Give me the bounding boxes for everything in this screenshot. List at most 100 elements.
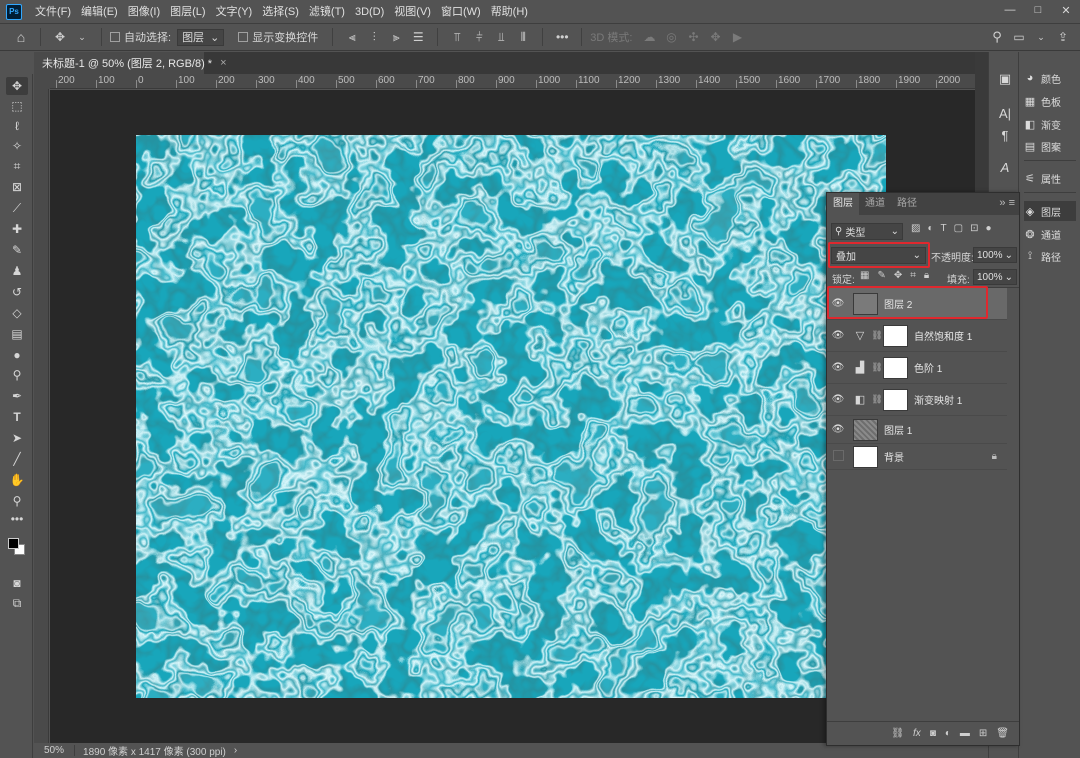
move-tool-icon[interactable]: ✥ [53, 30, 67, 44]
tab-channels[interactable]: 通道 [859, 193, 891, 215]
more-tools-icon[interactable]: ••• [6, 510, 28, 528]
type-tool-icon[interactable]: T [6, 408, 28, 426]
align-center-icon[interactable]: ⫶ [367, 30, 381, 45]
share-icon[interactable]: ⇪ [1056, 30, 1070, 44]
search-icon[interactable]: ⚲ [990, 29, 1004, 45]
link-layers-icon[interactable]: ⛓︎ [891, 728, 904, 739]
properties-panel-tab[interactable]: ⚟ 属性 [1024, 168, 1061, 188]
align-left-icon[interactable]: ⫷ [345, 30, 359, 45]
line-tool-icon[interactable]: ╱ [6, 450, 28, 468]
3d-pan-icon[interactable]: ✣ [686, 30, 700, 44]
minimize-button[interactable]: — [996, 0, 1024, 20]
link-chain-icon[interactable]: ⛓︎ [871, 394, 883, 405]
character-panel-icon[interactable]: A| [994, 102, 1016, 124]
menu-help[interactable]: 帮助(H) [486, 0, 533, 24]
menu-type[interactable]: 文字(Y) [211, 0, 258, 24]
zoom-level[interactable]: 50% [34, 745, 76, 756]
workspace-icon[interactable]: ▭ [1012, 30, 1026, 44]
distribute-icon[interactable]: ☰ [411, 30, 425, 44]
3d-slide-icon[interactable]: ✥ [708, 30, 722, 44]
visibility-toggle-empty[interactable] [827, 450, 849, 464]
maximize-button[interactable]: □ [1024, 0, 1052, 20]
pen-tool-icon[interactable]: ✒ [6, 387, 28, 405]
opacity-field[interactable]: 100% ⌄ [973, 247, 1017, 263]
patterns-panel-tab[interactable]: ▤ 图案 [1024, 136, 1061, 156]
frame-tool-icon[interactable]: ⊠ [6, 178, 28, 196]
auto-select-dropdown[interactable]: 图层 ⌄ [177, 28, 225, 46]
brush-tool-icon[interactable]: ✎ [6, 241, 28, 259]
dodge-tool-icon[interactable]: ⚲ [6, 366, 28, 384]
smart-object-filter-icon[interactable]: ⊡ [970, 223, 978, 234]
fill-field[interactable]: 100% ⌄ [973, 269, 1017, 285]
zoom-tool-icon[interactable]: ⚲ [6, 492, 28, 510]
visibility-eye-icon[interactable]: 👁︎ [827, 424, 849, 435]
layer-mask-thumbnail[interactable] [883, 324, 908, 347]
move-tool-icon[interactable]: ✥ [6, 77, 28, 95]
add-mask-icon[interactable]: ◙ [930, 728, 936, 739]
document-canvas[interactable] [136, 135, 886, 698]
new-group-folder-icon[interactable]: ▬ [960, 728, 970, 739]
3d-orbit-icon[interactable]: ☁ [642, 30, 656, 44]
quick-mask-icon[interactable]: ◙ [6, 574, 28, 592]
visibility-eye-icon[interactable]: 👁︎ [827, 362, 849, 373]
paths-panel-tab[interactable]: ⟟ 路径 [1024, 246, 1061, 266]
menu-view[interactable]: 视图(V) [389, 0, 436, 24]
menu-file[interactable]: 文件(F) [30, 0, 76, 24]
magic-wand-tool-icon[interactable]: ✧ [6, 137, 28, 155]
distribute-vertical-icon[interactable]: ⦀ [516, 30, 530, 45]
filter-toggle-icon[interactable]: ● [985, 223, 991, 234]
blur-tool-icon[interactable]: ● [6, 346, 28, 364]
link-chain-icon[interactable]: ⛓︎ [871, 362, 883, 373]
delete-layer-trash-icon[interactable]: 🗑︎ [996, 728, 1009, 739]
healing-brush-tool-icon[interactable]: ✚ [6, 220, 28, 238]
layer-filter-dropdown[interactable]: ⚲ 类型 ⌄ [831, 223, 903, 240]
layer-mask-thumbnail[interactable] [883, 388, 908, 411]
layer-row[interactable]: 👁︎ ▽ ⛓︎ 自然饱和度 1 [827, 320, 1007, 352]
close-tab-icon[interactable]: × [220, 57, 226, 69]
status-arrow-icon[interactable]: › [234, 745, 237, 756]
gradient-tool-icon[interactable]: ▤ [6, 325, 28, 343]
layer-row[interactable]: 👁︎ 图层 1 [827, 416, 1007, 444]
3d-camera-icon[interactable]: ▶ [730, 30, 744, 44]
lock-artboard-icon[interactable]: ⌗ [910, 270, 916, 281]
menu-window[interactable]: 窗口(W) [436, 0, 486, 24]
tab-layers[interactable]: 图层 [827, 193, 859, 215]
marquee-tool-icon[interactable]: ⬚ [6, 97, 28, 115]
new-adjustment-layer-icon[interactable]: ◐ [945, 728, 951, 739]
paragraph-panel-icon[interactable]: ¶ [994, 124, 1016, 146]
close-window-button[interactable]: ✕ [1052, 0, 1080, 20]
crop-tool-icon[interactable]: ⌗ [6, 157, 28, 175]
stamp-tool-icon[interactable]: ♟ [6, 262, 28, 280]
layer-row[interactable]: 👁︎ ▟ ⛓︎ 色阶 1 [827, 352, 1007, 384]
menu-filter[interactable]: 滤镜(T) [304, 0, 350, 24]
more-options-icon[interactable]: ••• [555, 30, 569, 44]
layer-mask-thumbnail[interactable] [883, 356, 908, 379]
shape-filter-icon[interactable]: ▢ [954, 223, 963, 234]
visibility-eye-icon[interactable]: 👁︎ [827, 394, 849, 405]
menu-select[interactable]: 选择(S) [257, 0, 304, 24]
menu-3d[interactable]: 3D(D) [350, 0, 389, 24]
align-bottom-icon[interactable]: ⫫ [494, 30, 508, 45]
channels-panel-tab[interactable]: ❂ 通道 [1024, 224, 1061, 244]
adjustment-filter-icon[interactable]: ◐ [927, 223, 933, 234]
menu-layer[interactable]: 图层(L) [165, 0, 210, 24]
lock-image-icon[interactable]: ✎ [877, 270, 885, 281]
eyedropper-tool-icon[interactable]: ⟋ [6, 199, 28, 217]
align-right-icon[interactable]: ⫸ [389, 30, 403, 45]
lock-all-icon[interactable]: 🔒︎ [924, 270, 929, 281]
layer-row[interactable]: 👁︎ ◧ ⛓︎ 渐变映射 1 [827, 384, 1007, 416]
align-top-icon[interactable]: ⫪ [450, 30, 464, 45]
path-select-tool-icon[interactable]: ➤ [6, 429, 28, 447]
layer-style-fx-icon[interactable]: fx [913, 728, 921, 739]
visibility-eye-icon[interactable]: 👁︎ [827, 330, 849, 341]
swatches-panel-tab[interactable]: ▦ 色板 [1024, 91, 1061, 111]
history-panel-icon[interactable]: ▣ [994, 68, 1016, 90]
layers-panel-tab[interactable]: ◈ 图层 [1024, 201, 1076, 221]
gradients-panel-tab[interactable]: ◧ 渐变 [1024, 114, 1061, 134]
show-transform-checkbox[interactable] [238, 32, 249, 42]
hand-tool-icon[interactable]: ✋ [6, 471, 28, 489]
chevron-down-icon[interactable]: ⌄ [1034, 32, 1048, 43]
link-chain-icon[interactable]: ⛓︎ [871, 330, 883, 341]
lock-position-icon[interactable]: ✥ [894, 270, 902, 281]
auto-select-checkbox[interactable] [110, 32, 120, 42]
